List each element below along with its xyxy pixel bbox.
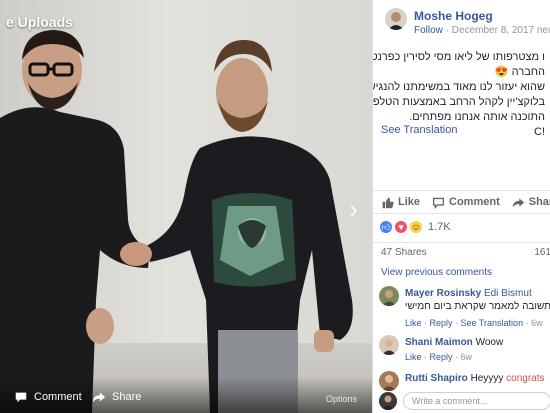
comment-see-translation-link[interactable]: See Translation	[461, 318, 524, 328]
comment-like-link[interactable]: Like	[405, 318, 422, 328]
share-arrow-icon	[92, 392, 106, 403]
next-photo-arrow-icon[interactable]: ›	[349, 196, 358, 222]
love-reaction-icon: ♥	[394, 220, 408, 234]
comment-header: Mayer Rosinsky Edi Bismut	[405, 288, 532, 299]
post-actions: Like Comment Share	[373, 190, 550, 214]
shares-count[interactable]: 47 Shares	[381, 247, 427, 258]
post-line: ו מצטרפותו של ליאו מסי לסירין כפרנטור	[372, 51, 545, 63]
share-icon	[512, 197, 524, 207]
comment-button[interactable]: Comment	[432, 196, 500, 209]
post-meta: Follow · December 8, 2017 near Barcel 🌐︎	[414, 25, 550, 36]
commenter-name[interactable]: Rutti Shapiro	[405, 373, 468, 384]
haha-reaction-icon: ☺	[409, 220, 423, 234]
commenter-avatar[interactable]	[379, 371, 399, 391]
share-label: Share	[528, 196, 550, 208]
thumbs-up-icon	[382, 197, 394, 208]
view-previous-comments-link[interactable]: View previous comments	[381, 267, 492, 278]
tagged-user[interactable]: Edi Bismut	[484, 288, 532, 299]
stats-row: 47 Shares 161	[373, 242, 550, 262]
photo-share-button[interactable]: Share	[92, 390, 141, 404]
commenter-avatar[interactable]	[379, 286, 399, 306]
like-label: Like	[398, 196, 421, 208]
congrats-word: congrats	[506, 373, 545, 384]
photo-comment-label: Comment	[34, 391, 82, 403]
comment-item: Mayer Rosinsky Edi Bismut תשובה למאמר שק…	[379, 286, 550, 332]
comment-meta: Like · Reply · See Translation · 6w	[405, 318, 543, 328]
comment-item: Rutti Shapiro Heyyyy congrats	[379, 371, 550, 391]
comment-time[interactable]: 6w	[531, 318, 543, 328]
comment-time[interactable]: 6w	[461, 352, 473, 362]
author-avatar[interactable]	[385, 8, 407, 30]
left-person	[0, 30, 150, 413]
photo-share-label: Share	[112, 391, 142, 403]
write-comment-input[interactable]: Write a comment...	[403, 392, 550, 410]
reaction-count: 1.7K	[428, 221, 451, 233]
photo-options-button[interactable]: Options	[326, 394, 357, 404]
right-person	[146, 40, 353, 413]
handshake	[120, 242, 152, 266]
comment-reply-link[interactable]: Reply	[430, 318, 453, 328]
post-line: החברה 😍	[494, 66, 545, 78]
commenter-name[interactable]: Shani Maimon	[405, 337, 473, 348]
current-user-avatar	[379, 392, 397, 410]
share-button[interactable]: Share	[512, 196, 550, 209]
author-name[interactable]: Moshe Hogeg	[414, 9, 493, 23]
comment-meta: Like · Reply · 6w	[405, 352, 473, 362]
comment-label: Comment	[449, 196, 500, 208]
like-reaction-icon: 👍︎	[379, 220, 393, 234]
comment-text: תשובה למאמר שקראת ביום חמישי	[404, 301, 550, 312]
write-comment-row: Write a comment...	[379, 392, 550, 412]
reactions-summary[interactable]: 👍︎ ♥ ☺ 1.7K	[379, 220, 451, 234]
post-date[interactable]: · December 8, 2017 near Barcel	[443, 25, 550, 36]
see-translation-link[interactable]: See Translation	[381, 124, 457, 136]
comment-bubble-icon	[15, 392, 27, 403]
comment-reply-link[interactable]: Reply	[430, 352, 453, 362]
post-line: שהוא יעזור לנו מאוד במשימתנו להנגיש	[372, 81, 545, 93]
post-line: התוכנה אותה אנחנו מפתחים.	[409, 111, 545, 123]
like-button[interactable]: Like	[381, 196, 420, 209]
comment-like-link[interactable]: Like	[405, 352, 422, 362]
commenter-avatar[interactable]	[379, 335, 399, 355]
comment-item: Shani Maimon Woow Like · Reply · 6w	[379, 335, 550, 367]
commenter-name[interactable]: Mayer Rosinsky	[405, 288, 481, 299]
comment-header: Rutti Shapiro Heyyyy congrats	[405, 373, 545, 384]
photo-viewer[interactable]: e Uploads › Comment Share Options	[0, 0, 372, 413]
comment-icon	[432, 197, 445, 209]
post-side-panel: Moshe Hogeg Follow · December 8, 2017 ne…	[372, 0, 550, 413]
post-photo	[0, 30, 353, 413]
follow-link[interactable]: Follow	[414, 25, 443, 36]
album-title[interactable]: e Uploads	[6, 14, 73, 30]
comment-header: Shani Maimon Woow	[405, 337, 503, 348]
photo-comment-button[interactable]: Comment	[14, 390, 82, 404]
comment-text: Woow	[475, 337, 504, 348]
post-line: בלוקצ'יין לקהל הרחב באמצעות הטלפון	[372, 96, 545, 108]
comment-text: Heyyyy	[470, 373, 504, 384]
comments-count[interactable]: 161	[534, 247, 550, 258]
